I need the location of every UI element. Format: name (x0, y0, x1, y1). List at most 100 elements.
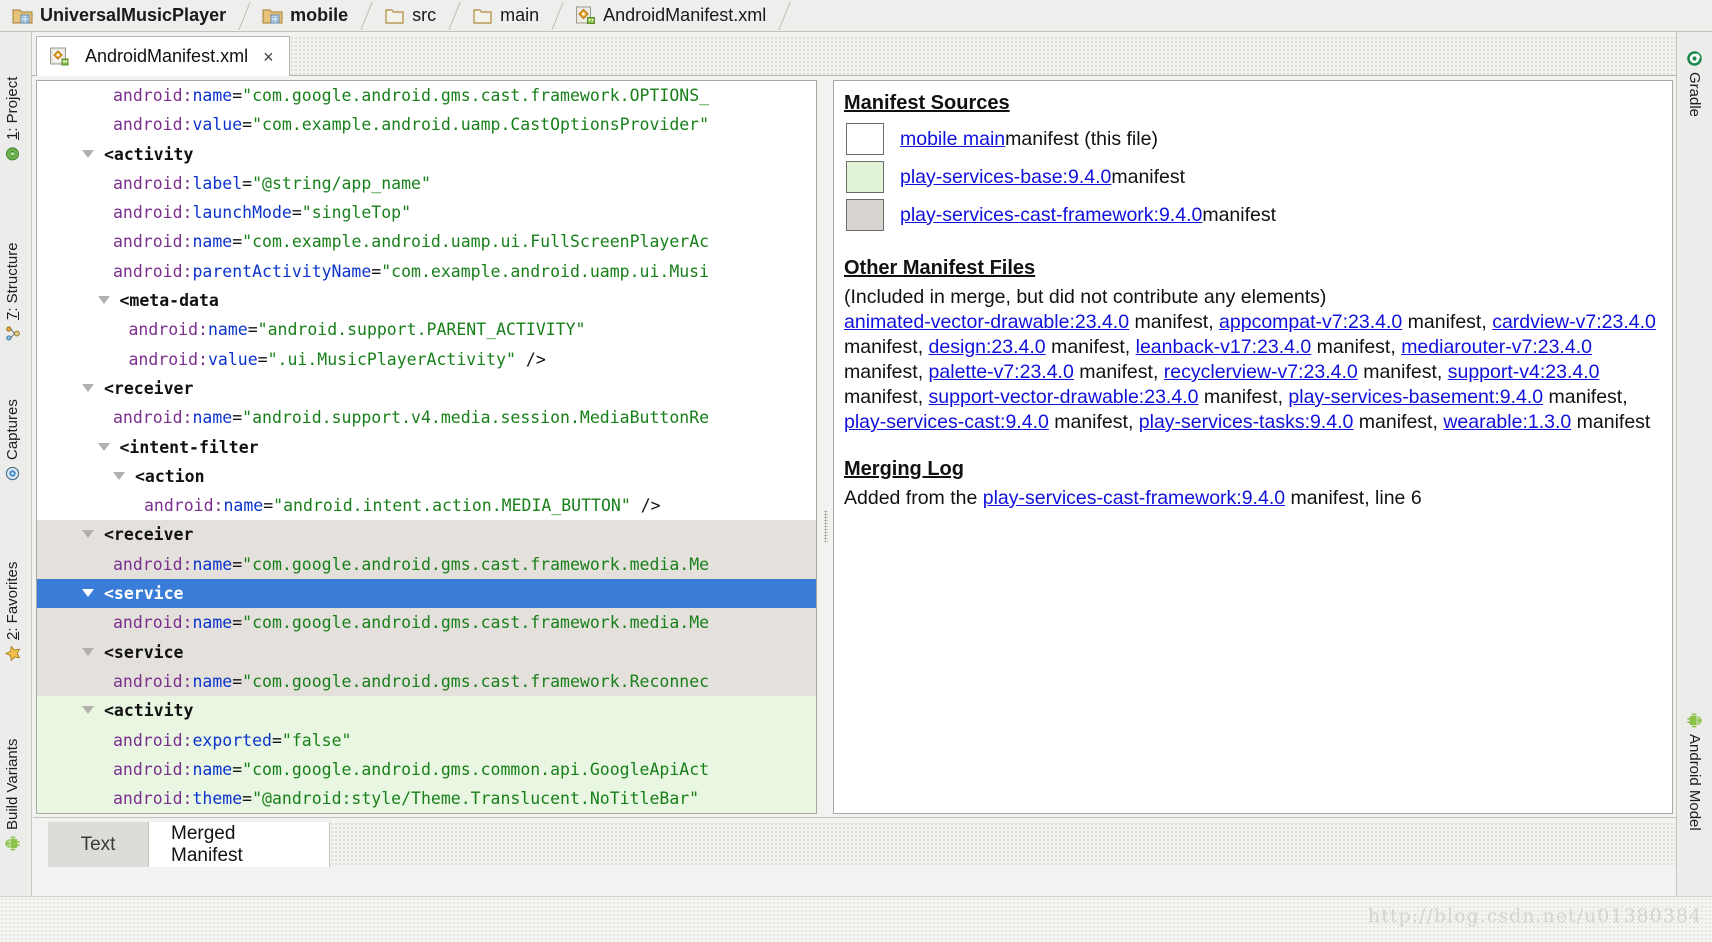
xml-attribute-line[interactable]: android:value="com.example.android.uamp.… (37, 110, 816, 139)
other-manifest-link[interactable]: play-services-tasks:9.4.0 (1139, 411, 1354, 433)
other-manifest-link[interactable]: support-vector-drawable:23.4.0 (929, 386, 1199, 408)
breadcrumb-item-mobile[interactable]: mobile (256, 0, 364, 32)
xml-attribute-line[interactable]: android:name="com.google.android.gms.cas… (37, 81, 816, 110)
collapse-triangle-icon[interactable] (82, 701, 94, 720)
xml-attribute: android:value="com.example.android.uamp.… (113, 115, 709, 134)
xml-equals: = (232, 555, 242, 574)
xml-attribute-line[interactable]: android:name="com.google.android.gms.cas… (37, 667, 816, 696)
xml-tag-line[interactable]: <action (37, 462, 816, 491)
folder-icon (472, 6, 493, 25)
xml-attribute-name: parentActivityName (192, 262, 371, 281)
xml-attribute: android:launchMode="singleTop" (113, 203, 411, 222)
xml-attribute: android:name="com.example.android.uamp.u… (113, 232, 709, 251)
rail-item-label: 7: Structure (4, 242, 21, 320)
xml-source-editor[interactable]: android:name="com.google.android.gms.cas… (36, 80, 817, 814)
other-manifest-link[interactable]: play-services-cast:9.4.0 (844, 411, 1049, 433)
other-manifest-link[interactable]: design:23.4.0 (929, 336, 1046, 358)
close-icon[interactable]: × (260, 48, 277, 66)
right-tool-rail: Gradle Android Model (1676, 32, 1712, 942)
xml-tag-line[interactable]: <activity (37, 140, 816, 169)
xml-tag-line[interactable]: <intent-filter (37, 433, 816, 462)
xml-equals: = (232, 613, 242, 632)
breadcrumb-item-universalmusicplayer[interactable]: UniversalMusicPlayer (6, 0, 242, 32)
breadcrumb-item-main[interactable]: main (466, 0, 555, 32)
collapse-triangle-icon[interactable] (82, 379, 94, 398)
xml-attribute: android:exported="false" (113, 731, 351, 750)
rail-item-build-variants[interactable]: Build Variants (4, 739, 21, 852)
other-manifest-separator: manifest, (1311, 336, 1401, 358)
other-manifest-link[interactable]: animated-vector-drawable:23.4.0 (844, 311, 1129, 333)
collapse-triangle-icon[interactable] (82, 145, 94, 164)
xml-tag-line[interactable]: <receiver (37, 520, 816, 549)
merging-log-entry: Added from the play-services-cast-framew… (844, 486, 1658, 511)
manifest-sources-heading: Manifest Sources (844, 91, 1658, 116)
xml-equals: = (242, 174, 252, 193)
rail-item-label: 1: Project (4, 77, 21, 140)
xml-tag-line[interactable]: <service (37, 579, 816, 608)
xml-equals: = (232, 232, 242, 251)
collapse-triangle-icon[interactable] (98, 438, 110, 457)
xml-tag-line[interactable]: <receiver (37, 374, 816, 403)
xml-attribute-line[interactable]: android:name="com.google.android.gms.cas… (37, 550, 816, 579)
xml-tag-line[interactable]: <service (37, 638, 816, 667)
manifest-source-link[interactable]: play-services-base:9.4.0 (900, 165, 1111, 190)
rail-item-gradle[interactable]: Gradle (1686, 50, 1703, 117)
other-manifest-link[interactable]: recyclerview-v7:23.4.0 (1164, 361, 1358, 383)
other-manifest-link[interactable]: palette-v7:23.4.0 (929, 361, 1074, 383)
collapse-triangle-icon[interactable] (82, 525, 94, 544)
editor-tab-androidmanifest[interactable]: AndroidManifest.xml × (36, 36, 290, 76)
xml-namespace-prefix: android: (113, 115, 192, 134)
rail-item-android-model[interactable]: Android Model (1686, 712, 1703, 831)
other-manifest-link[interactable]: mediarouter-v7:23.4.0 (1401, 336, 1592, 358)
source-color-swatch (846, 123, 884, 155)
xml-attribute-line[interactable]: android:exported="false" (37, 726, 816, 755)
tab-merged-manifest[interactable]: Merged Manifest (148, 822, 330, 867)
manifest-source-link[interactable]: play-services-cast-framework:9.4.0 (900, 203, 1202, 228)
xml-attribute-line[interactable]: android:name="com.google.android.gms.cas… (37, 608, 816, 637)
xml-attribute-line[interactable]: android:value=".ui.MusicPlayerActivity" … (37, 345, 816, 374)
collapse-triangle-icon[interactable] (113, 467, 125, 486)
xml-tag-name: <activity (104, 145, 193, 164)
xml-attribute-line[interactable]: android:name="android.intent.action.MEDI… (37, 491, 816, 520)
collapse-triangle-icon[interactable] (82, 643, 94, 662)
xml-namespace-prefix: android: (113, 174, 192, 193)
xml-attribute-line[interactable]: android:label="@string/app_name" (37, 169, 816, 198)
xml-attribute-value: "android.support.PARENT_ACTIVITY" (258, 320, 586, 339)
xml-equals: = (232, 672, 242, 691)
xml-attribute-value: "com.example.android.uamp.ui.Musi (381, 262, 709, 281)
other-manifest-link[interactable]: wearable:1.3.0 (1443, 411, 1571, 433)
xml-equals: = (232, 760, 242, 779)
xml-attribute-value: "com.google.android.gms.common.api.Googl… (242, 760, 709, 779)
tab-text[interactable]: Text (48, 822, 148, 867)
other-manifest-link[interactable]: play-services-basement:9.4.0 (1288, 386, 1543, 408)
other-manifest-link[interactable]: cardview-v7:23.4.0 (1492, 311, 1656, 333)
other-manifest-link[interactable]: appcompat-v7:23.4.0 (1219, 311, 1402, 333)
other-manifest-link[interactable]: leanback-v17:23.4.0 (1136, 336, 1312, 358)
xml-attribute-line[interactable]: android:name="com.example.android.uamp.u… (37, 227, 816, 256)
manifest-source-link[interactable]: mobile main (900, 127, 1005, 152)
xml-namespace-prefix: android: (113, 789, 192, 808)
other-manifest-link[interactable]: support-v4:23.4.0 (1448, 361, 1600, 383)
manifest-source-row: play-services-base:9.4.0 manifest (844, 158, 1658, 196)
manifest-source-suffix: manifest (1202, 203, 1276, 228)
breadcrumb-item-src[interactable]: src (378, 0, 452, 32)
rail-item-1-project[interactable]: 1: Project (4, 77, 21, 162)
xml-attribute-line[interactable]: android:theme="@android:style/Theme.Tran… (37, 784, 816, 813)
xml-tag-line[interactable]: <meta-data (37, 286, 816, 315)
xml-tag-line[interactable]: <activity (37, 696, 816, 725)
xml-attribute-line[interactable]: android:launchMode="singleTop" (37, 198, 816, 227)
xml-attribute-line[interactable]: android:name="com.google.android.gms.com… (37, 755, 816, 784)
rail-item-7-structure[interactable]: 7: Structure (4, 242, 21, 342)
merging-log-link[interactable]: play-services-cast-framework:9.4.0 (983, 487, 1285, 509)
collapse-triangle-icon[interactable] (98, 291, 110, 310)
xml-attribute-line[interactable]: android:name="android.support.PARENT_ACT… (37, 315, 816, 344)
splitter-grip[interactable] (824, 510, 828, 542)
other-manifest-separator: manifest, (1402, 311, 1492, 333)
collapse-triangle-icon[interactable] (82, 584, 94, 603)
xml-attribute-line[interactable]: android:name="android.support.v4.media.s… (37, 403, 816, 432)
rail-item-2-favorites[interactable]: 2: Favorites (4, 562, 21, 662)
xml-attribute-line[interactable]: android:parentActivityName="com.example.… (37, 257, 816, 286)
pane-splitter[interactable] (819, 80, 833, 814)
breadcrumb-item-androidmanifest-xml[interactable]: AndroidManifest.xml (569, 0, 782, 32)
rail-item-captures[interactable]: Captures (4, 399, 21, 482)
